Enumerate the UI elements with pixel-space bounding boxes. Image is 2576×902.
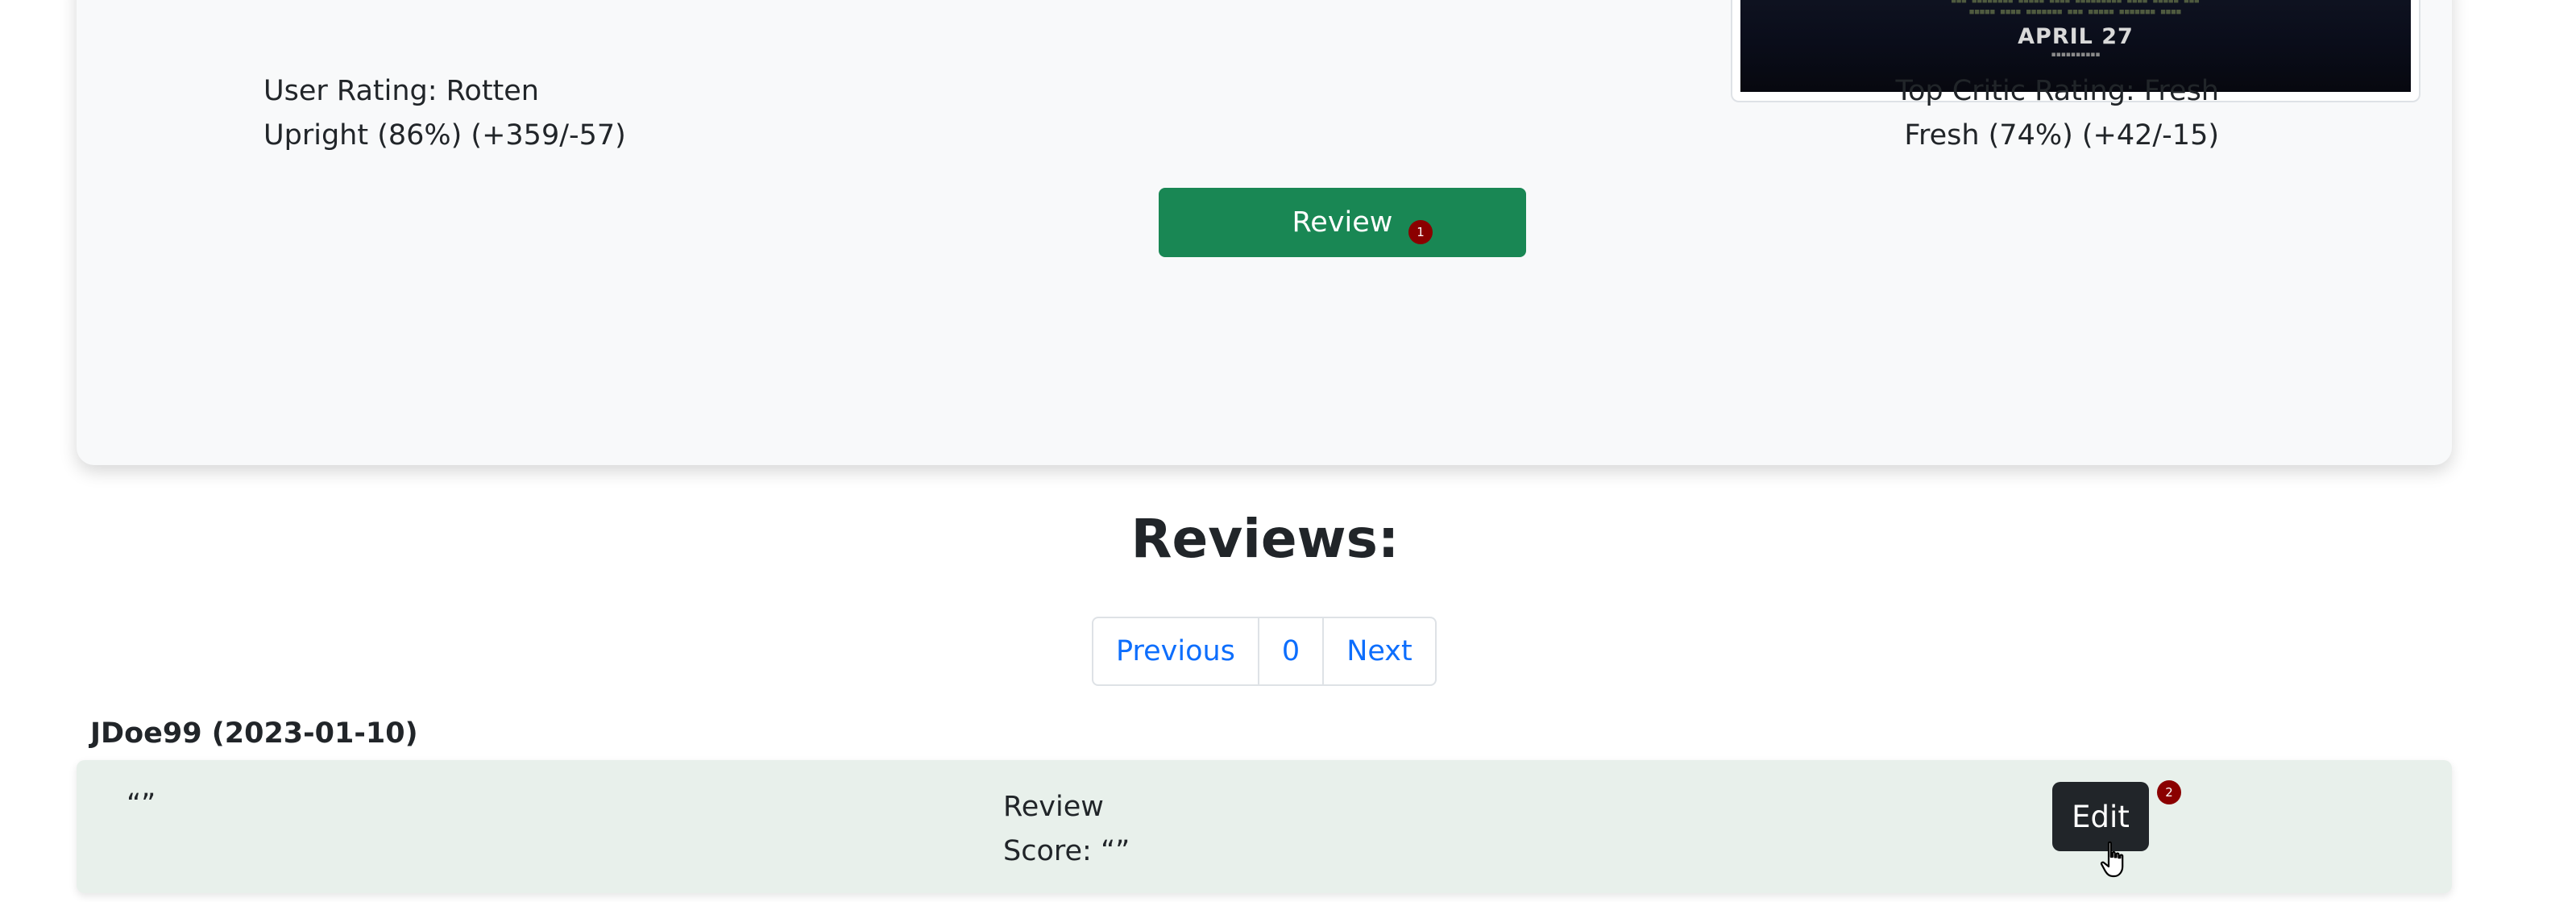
review-button-badge: 1 (1408, 220, 1433, 244)
review-score: Review Score: “” (1003, 785, 1130, 874)
review-button[interactable]: Review 1 (1159, 188, 1526, 257)
critic-rating-line2: Fresh (74%) (+42/-15) (1904, 119, 2219, 152)
edit-button-label: Edit (2072, 799, 2130, 834)
poster-decoration: ■■■ ■■■■■■■■ ■■■■■ ■■■■ ■■■■■■■■■ ■■■■ ■… (1951, 0, 2201, 5)
user-rating-line2: Upright (86%) (+359/-57) (263, 119, 626, 152)
review-score-label: Review (1003, 791, 1104, 823)
pagination-next[interactable]: Next (1322, 618, 1435, 684)
movie-card: ■■■ ■ ■■■■■■ ■ ■■ ■■■ ■■■■ ■■■■ ■■■■■ ■■■■ ■… (77, 0, 2452, 465)
poster-release-date: APRIL 27 (2018, 24, 2134, 49)
review-score-value: Score: “” (1003, 835, 1130, 867)
review-button-label: Review (1292, 206, 1393, 239)
poster-decoration: ■■■■■ ■■■■ ■■■■■■■ ■■■ ■■■■■ ■■■■■■■ ■■■… (1969, 8, 2182, 16)
review-text: “” (127, 788, 156, 821)
pagination: Previous 0 Next (1092, 617, 1437, 686)
hand-pointer-icon (2100, 841, 2124, 878)
top-critic-rating: Top Critic Rating: Fresh Fresh (74%) (+4… (1896, 69, 2219, 158)
pagination-previous[interactable]: Previous (1093, 618, 1258, 684)
edit-button-badge: 2 (2157, 780, 2181, 804)
review-author: JDoe99 (2023-01-10) (90, 717, 418, 750)
poster-tagline-mark: ▪▪▪▪▪▪▪▪▪▪ (2051, 51, 2101, 59)
critic-rating-line1: Top Critic Rating: Fresh (1895, 75, 2219, 107)
user-rating: User Rating: Rotten Upright (86%) (+359/… (263, 69, 626, 158)
pagination-current-page[interactable]: 0 (1257, 618, 1322, 684)
review-item: “” Review Score: “” Edit 2 (77, 760, 2452, 893)
page: ■■■ ■ ■■■■■■ ■ ■■ ■■■ ■■■■ ■■■■ ■■■■■ ■■■■ ■… (0, 0, 2576, 902)
user-rating-line1: User Rating: Rotten (263, 75, 539, 107)
reviews-heading: Reviews: (1130, 508, 1400, 570)
